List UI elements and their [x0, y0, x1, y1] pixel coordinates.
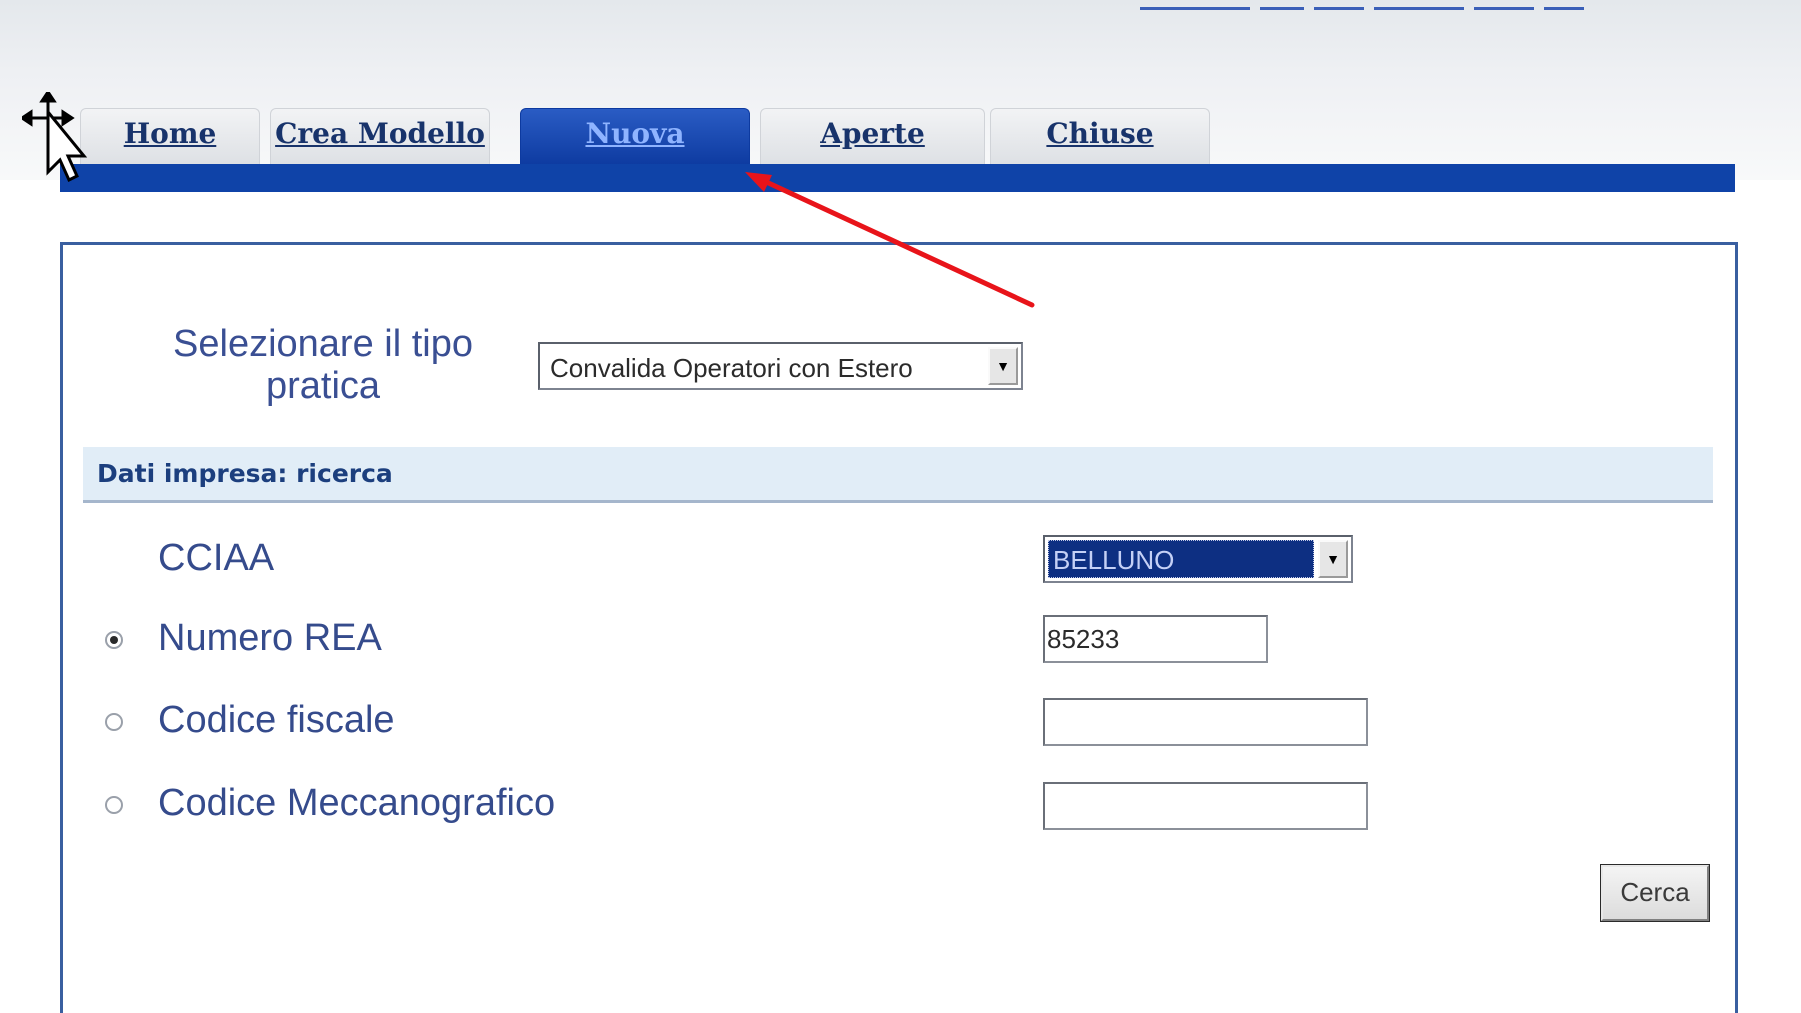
nav-bar: [60, 164, 1735, 192]
top-links-strip: [1140, 0, 1740, 10]
codice-meccanografico-label: Codice Meccanografico: [158, 782, 556, 824]
codice-fiscale-label: Codice fiscale: [158, 699, 395, 741]
tipo-pratica-value: Convalida Operatori con Estero: [550, 353, 913, 383]
tab-chiuse[interactable]: Chiuse: [990, 108, 1210, 166]
numero-rea-label: Numero REA: [158, 617, 382, 659]
form-panel: Selezionare il tipo pratica Convalida Op…: [60, 242, 1738, 1013]
numero-rea-input[interactable]: [1043, 615, 1268, 663]
cciaa-select[interactable]: BELLUNO ▼: [1043, 535, 1353, 583]
tipo-pratica-label: Selezionare il tipo pratica: [173, 323, 473, 407]
tipo-pratica-select[interactable]: Convalida Operatori con Estero ▼: [538, 342, 1023, 390]
page: Home Crea Modello Nuova Aperte Chiuse Se…: [0, 0, 1801, 1013]
radio-codice-fiscale[interactable]: [105, 713, 123, 731]
cerca-button[interactable]: Cerca: [1600, 864, 1710, 922]
section-header: Dati impresa: ricerca: [83, 447, 1713, 503]
tab-home[interactable]: Home: [80, 108, 260, 166]
tab-aperte[interactable]: Aperte: [760, 108, 985, 166]
main-nav: Home Crea Modello Nuova Aperte Chiuse: [60, 108, 1735, 192]
move-cursor-icon: [22, 92, 88, 183]
tab-crea-modello[interactable]: Crea Modello: [270, 108, 490, 166]
codice-fiscale-input[interactable]: [1043, 698, 1368, 746]
radio-codice-meccanografico[interactable]: [105, 796, 123, 814]
radio-numero-rea[interactable]: [105, 631, 123, 649]
tab-nuova[interactable]: Nuova: [520, 108, 750, 166]
section-title: Dati impresa: ricerca: [97, 459, 393, 488]
triangle-down-icon[interactable]: ▼: [988, 347, 1018, 385]
triangle-down-icon[interactable]: ▼: [1318, 540, 1348, 578]
cciaa-label: CCIAA: [158, 537, 275, 579]
codice-meccanografico-input[interactable]: [1043, 782, 1368, 830]
cciaa-value: BELLUNO: [1053, 545, 1175, 575]
